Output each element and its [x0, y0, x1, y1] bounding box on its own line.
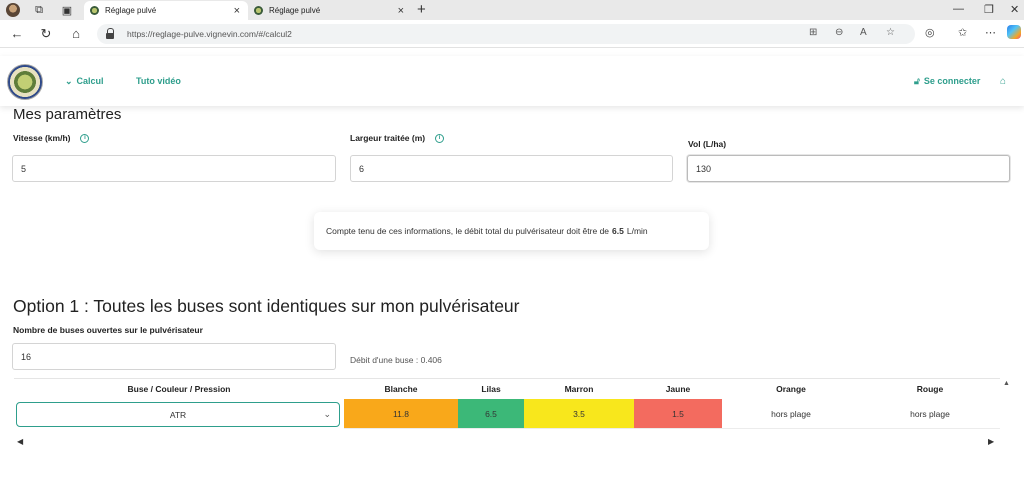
profile-avatar[interactable]: [4, 2, 22, 18]
nozzle-type-select[interactable]: ATR ⌄: [16, 402, 340, 427]
browser-toolbar: ← ↻ ⌂ https://reglage-pulve.vignevin.com…: [0, 20, 1024, 48]
scroll-right-icon[interactable]: ▶: [988, 437, 994, 446]
favorite-star-icon[interactable]: ☆: [886, 27, 895, 38]
more-menu-icon[interactable]: ⋯: [985, 26, 996, 39]
largeur-label: Largeur traitée (m) i: [350, 133, 445, 144]
close-tab-icon[interactable]: ×: [398, 5, 404, 17]
read-aloud-icon[interactable]: A: [860, 27, 867, 38]
debit-buse-text: Débit d'une buse : 0.406: [350, 355, 442, 365]
reload-icon[interactable]: ↻: [38, 26, 54, 42]
nozzle-table: Buse / Couleur / Pression Blanche Lilas …: [14, 378, 1000, 430]
tab-title: Réglage pulvé: [269, 6, 321, 15]
browser-tab-2[interactable]: Réglage pulvé ×: [248, 1, 412, 20]
section-title-params: Mes paramètres: [13, 106, 122, 123]
vol-input[interactable]: 130: [687, 155, 1010, 182]
table-header: Lilas: [481, 384, 501, 394]
notice-text: Compte tenu de ces informations, le débi…: [326, 226, 610, 236]
close-tab-icon[interactable]: ×: [234, 5, 240, 17]
home-browser-icon[interactable]: ⌂: [68, 26, 84, 41]
scroll-up-icon[interactable]: ▲: [1003, 380, 1010, 387]
workspaces-icon[interactable]: ⧉: [30, 2, 48, 18]
table-header: Rouge: [916, 384, 944, 394]
table-header: Orange: [776, 384, 806, 394]
tab-actions-icon[interactable]: ▣: [58, 2, 76, 18]
select-value: ATR: [169, 409, 187, 420]
vol-label: Vol (L/ha): [688, 139, 727, 149]
notice-value: 6.5: [612, 226, 624, 236]
address-bar[interactable]: https://reglage-pulve.vignevin.com/#/cal…: [97, 24, 915, 44]
copilot-icon[interactable]: [1007, 25, 1021, 39]
table-header: Blanche: [384, 384, 418, 394]
largeur-input[interactable]: 6: [350, 155, 673, 182]
table-header: Marron: [564, 384, 594, 394]
vitesse-label: Vitesse (km/h) i: [13, 133, 90, 144]
new-tab-icon[interactable]: +: [417, 1, 426, 18]
table-header: Jaune: [665, 384, 691, 394]
url-text: https://reglage-pulve.vignevin.com/#/cal…: [127, 29, 292, 39]
home-icon[interactable]: ⌂: [1000, 76, 1006, 87]
notice-unit: L/min: [626, 226, 648, 236]
nb-buses-input[interactable]: 16: [12, 343, 336, 370]
nb-buses-label: Nombre de buses ouvertes sur le pulvéris…: [13, 325, 203, 335]
nav-calcul-label: Calcul: [76, 76, 104, 86]
minimize-icon[interactable]: —: [953, 3, 964, 15]
lock-open-icon: 🔓︎: [914, 76, 920, 86]
table-cell: 11.8: [344, 399, 458, 429]
site-favicon-icon: [254, 6, 263, 15]
info-icon[interactable]: i: [80, 134, 90, 144]
close-window-icon[interactable]: ✕: [1010, 3, 1019, 16]
chevron-down-icon: ⌄: [323, 409, 331, 419]
table-cell: 1.5: [634, 399, 722, 429]
total-flow-notice: Compte tenu de ces informations, le débi…: [314, 212, 709, 250]
tab-title: Réglage pulvé: [105, 6, 157, 15]
site-favicon-icon: [90, 6, 99, 15]
restore-icon[interactable]: ❐: [984, 3, 994, 16]
table-header: Buse / Couleur / Pression: [127, 384, 231, 394]
app-header: ⌄ Calcul Tuto vidéo 🔓︎ Se connecter ⌂: [0, 56, 1024, 106]
table-cell: hors plage: [722, 399, 860, 429]
nav-tuto-video[interactable]: Tuto vidéo: [136, 76, 181, 86]
login-label: Se connecter: [923, 76, 981, 86]
scroll-left-icon[interactable]: ◀: [17, 437, 23, 446]
nav-calcul[interactable]: ⌄ Calcul: [65, 76, 104, 87]
favorites-icon[interactable]: ✩: [958, 26, 967, 39]
table-cell: 6.5: [458, 399, 524, 429]
info-icon[interactable]: i: [435, 134, 445, 144]
back-icon[interactable]: ←: [9, 26, 25, 41]
lock-icon: [106, 28, 115, 39]
login-button[interactable]: 🔓︎ Se connecter: [914, 76, 980, 87]
vitesse-input[interactable]: 5: [12, 155, 336, 182]
site-logo[interactable]: [7, 64, 43, 100]
nav-tuto-label: Tuto vidéo: [136, 76, 181, 86]
table-cell: hors plage: [860, 399, 1000, 429]
table-cell: 3.5: [524, 399, 634, 429]
browser-essentials-icon[interactable]: ◎: [925, 26, 935, 39]
browser-tab-bar: ⧉ ▣ Réglage pulvé × Réglage pulvé × + — …: [0, 0, 1024, 20]
chevron-down-icon: ⌄: [65, 76, 73, 86]
app-available-icon[interactable]: ⊞: [809, 27, 817, 38]
zoom-icon[interactable]: ⊖: [835, 27, 843, 38]
browser-tab-1[interactable]: Réglage pulvé ×: [84, 1, 248, 20]
section-title-option1: Option 1 : Toutes les buses sont identiq…: [13, 296, 520, 316]
